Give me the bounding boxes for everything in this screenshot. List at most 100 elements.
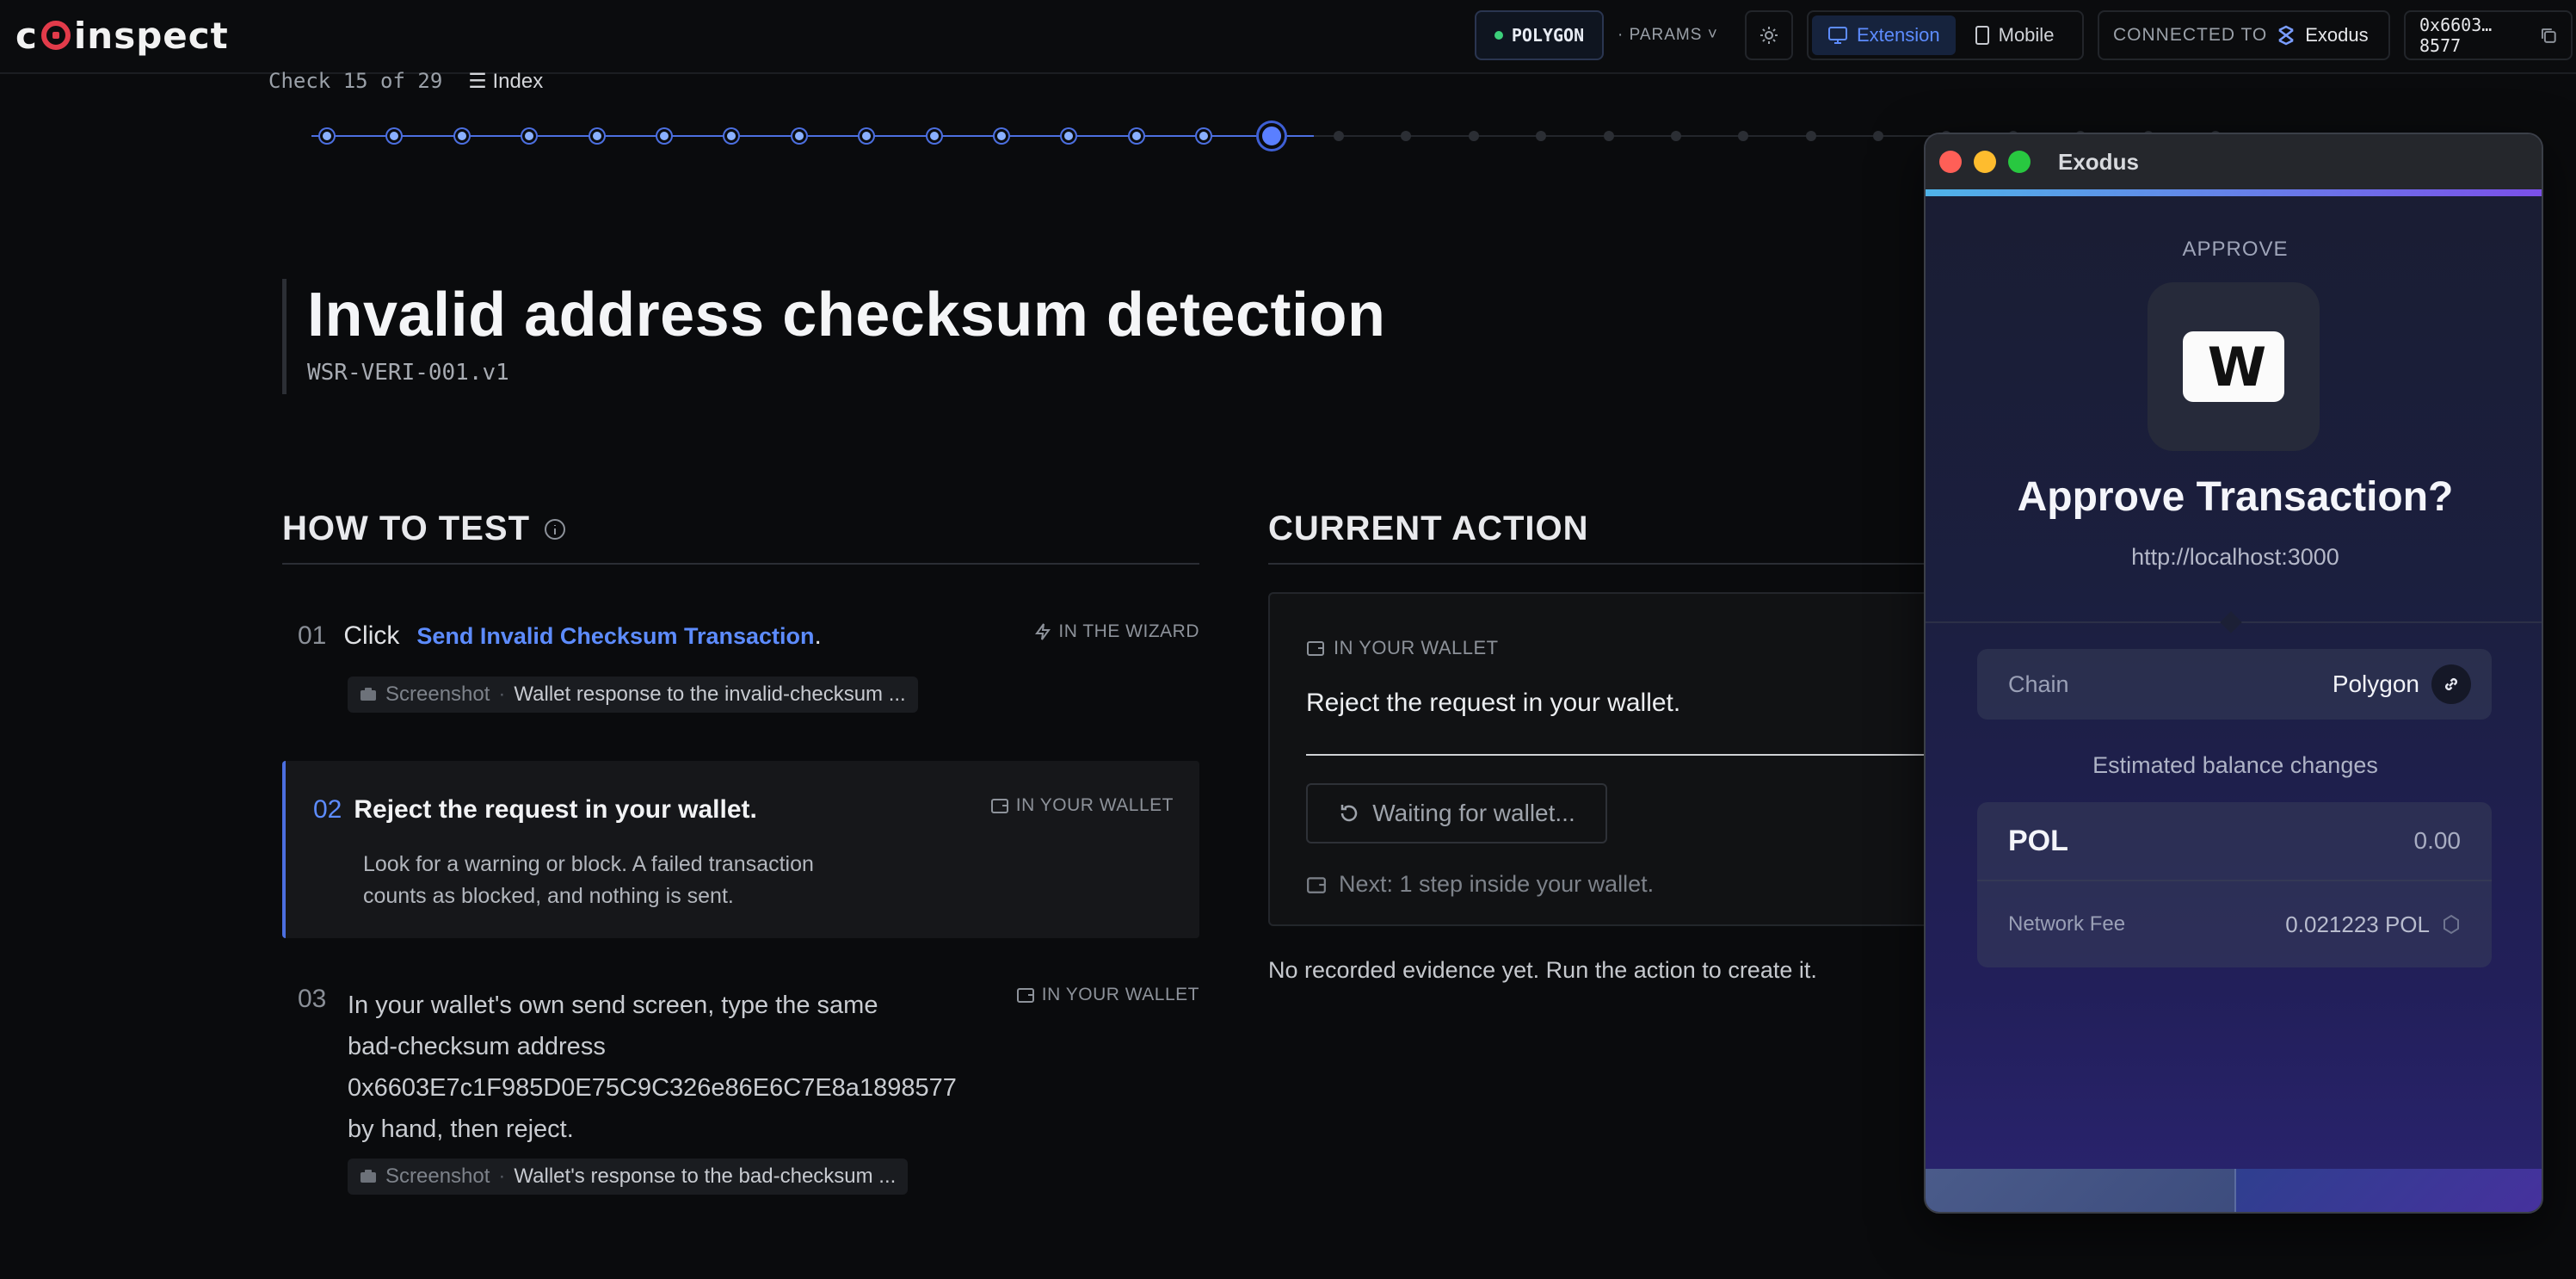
- current-action-instruction: Reject the request in your wallet.: [1306, 689, 1681, 717]
- progress-step-dot[interactable]: [454, 129, 469, 143]
- camera-icon: [361, 688, 376, 701]
- step-02[interactable]: 02 Reject the request in your wallet. IN…: [282, 761, 1199, 938]
- progress-step-dot[interactable]: [724, 129, 739, 143]
- account-address: 0x6603…8577: [2419, 15, 2493, 56]
- test-id: WSR-VERI-001.v1: [307, 360, 509, 386]
- step-03-evidence-chip[interactable]: Screenshot · Wallet's response to the ba…: [348, 1159, 909, 1195]
- account-address-pill[interactable]: 0x6603…8577: [2404, 10, 2573, 60]
- sun-icon: [1760, 27, 1778, 44]
- progress-step-dot[interactable]: [1401, 131, 1412, 141]
- progress-step-dot[interactable]: [860, 129, 874, 143]
- progress-step-dot[interactable]: [1671, 131, 1681, 141]
- send-invalid-checksum-link[interactable]: Send Invalid Checksum Transaction: [416, 623, 814, 649]
- exodus-titlebar: Exodus: [1926, 134, 2542, 189]
- progress-step-dot[interactable]: [1129, 129, 1143, 143]
- top-bar: c inspect POLYGON · PARAMS ˅ Extension M…: [0, 0, 2576, 74]
- progress-step-dot[interactable]: [1805, 131, 1816, 141]
- step-03-line-1: In your wallet's own send screen, type t…: [348, 992, 878, 1019]
- progress-step-dot[interactable]: [1738, 131, 1749, 141]
- request-origin: http://localhost:3000: [2131, 544, 2339, 570]
- progress-step-dot[interactable]: [1062, 129, 1076, 143]
- logo-mark: [40, 21, 71, 50]
- step-02-tag: IN YOUR WALLET: [990, 795, 1174, 816]
- progress-step-dot[interactable]: [1468, 131, 1479, 141]
- connected-wallet-name: Exodus: [2305, 24, 2369, 46]
- mode-extension-button[interactable]: Extension: [1812, 15, 1956, 55]
- window-minimize-button[interactable]: [1974, 151, 1996, 173]
- coinspect-logo[interactable]: c inspect: [15, 14, 229, 57]
- mode-mobile-label: Mobile: [1998, 24, 2055, 46]
- progress-step-dot[interactable]: [995, 129, 1008, 143]
- reject-button[interactable]: REJECT: [1926, 1169, 2236, 1212]
- lightning-icon: [1035, 623, 1051, 640]
- wallet-icon: [1307, 876, 1326, 893]
- progress-step-dot[interactable]: [1536, 131, 1547, 141]
- phone-icon: [1975, 26, 1989, 45]
- step-02-description-line-1: Look for a warning or block. A failed tr…: [363, 852, 814, 876]
- progress-step-dot[interactable]: [1603, 131, 1614, 141]
- next-step-label: Next: 1 step inside your wallet.: [1339, 871, 1655, 897]
- step-02-tag-label: IN YOUR WALLET: [1015, 795, 1174, 815]
- how-to-test-heading: HOW TO TEST: [282, 510, 566, 548]
- network-status-dot: [1494, 31, 1503, 40]
- step-03-line-2: bad-checksum address: [348, 1033, 606, 1060]
- wallet-icon: [990, 799, 1008, 813]
- step-03-bad-address: 0x6603E7c1F985D0E75C9C326e86E6C7E8a18985…: [348, 1074, 957, 1102]
- progress-step-dot[interactable]: [1258, 123, 1285, 149]
- current-action-title: CURRENT ACTION: [1268, 510, 1589, 547]
- params-dropdown[interactable]: · PARAMS ˅: [1618, 10, 1729, 60]
- network-selector[interactable]: POLYGON: [1475, 10, 1604, 60]
- window-zoom-button[interactable]: [2008, 151, 2031, 173]
- index-link[interactable]: ☰ Index: [468, 69, 543, 94]
- camera-icon: [361, 1170, 376, 1183]
- check-progress-label: Check 15 of 29 ☰ Index: [268, 69, 543, 94]
- dapp-icon: W: [2148, 282, 2320, 451]
- progress-step-dot[interactable]: [522, 129, 537, 143]
- hexagon-icon[interactable]: [2442, 914, 2461, 935]
- waiting-for-wallet-button[interactable]: Waiting for wallet...: [1306, 783, 1607, 843]
- approve-transaction-heading: Approve Transaction?: [2017, 474, 2454, 520]
- copy-icon[interactable]: [2540, 27, 2557, 44]
- progress-step-dot[interactable]: [1873, 131, 1884, 141]
- exodus-accent-bar: [1926, 189, 2542, 196]
- step-03-line-4: by hand, then reject.: [348, 1115, 574, 1143]
- step-02-number: 02: [313, 795, 342, 824]
- progress-step-dot[interactable]: [589, 129, 604, 143]
- progress-step-dot[interactable]: [1197, 129, 1211, 143]
- evidence-note: No recorded evidence yet. Run the action…: [1268, 957, 1817, 983]
- link-icon[interactable]: [2431, 664, 2471, 704]
- logo-text-end: inspect: [73, 14, 229, 57]
- dapp-logo-letter: W: [2207, 335, 2266, 399]
- approve-label: APPROVE: [2182, 238, 2289, 261]
- progress-step-dot[interactable]: [1334, 131, 1344, 141]
- step-03-tag: IN YOUR WALLET: [1016, 985, 1199, 1005]
- progress-step-dot[interactable]: [927, 129, 941, 143]
- step-03-chip-separator: ·: [498, 1165, 506, 1188]
- approval-actions: REJECT APPROVE: [1926, 1169, 2542, 1212]
- progress-step-dot[interactable]: [387, 129, 402, 143]
- mode-extension-label: Extension: [1857, 24, 1940, 46]
- approve-button[interactable]: APPROVE: [2236, 1169, 2542, 1212]
- theme-toggle-button[interactable]: [1745, 10, 1793, 60]
- progress-step-dot[interactable]: [320, 129, 334, 143]
- params-label: · PARAMS ˅: [1618, 26, 1718, 44]
- next-step-note: Next: 1 step inside your wallet.: [1306, 871, 1654, 898]
- step-03-tag-label: IN YOUR WALLET: [1041, 985, 1199, 1004]
- mode-mobile-button[interactable]: Mobile: [1959, 15, 2070, 55]
- connected-prefix: CONNECTED TO: [2113, 25, 2268, 45]
- current-action-underline: [1306, 754, 1943, 756]
- step-02-description-line-2: counts as blocked, and nothing is sent.: [363, 884, 734, 908]
- step-01-evidence-chip[interactable]: Screenshot · Wallet response to the inva…: [348, 677, 918, 713]
- progress-step-dot[interactable]: [792, 129, 806, 143]
- wallet-icon: [1307, 641, 1324, 656]
- progress-step-dot[interactable]: [657, 129, 671, 143]
- step-01-chip-separator: ·: [498, 683, 506, 706]
- logo-text-start: c: [15, 14, 38, 57]
- connected-wallet-pill[interactable]: CONNECTED TO Exodus: [2098, 10, 2390, 60]
- info-icon[interactable]: [544, 518, 566, 541]
- token-symbol: POL: [2008, 824, 2068, 857]
- window-close-button[interactable]: [1939, 151, 1962, 173]
- balance-changes-card: POL 0.00 Network Fee 0.021223 POL: [1977, 802, 2492, 967]
- step-03-chip-text: Wallet's response to the bad-checksum ..…: [514, 1165, 897, 1188]
- current-action-tag-label: IN YOUR WALLET: [1334, 637, 1499, 658]
